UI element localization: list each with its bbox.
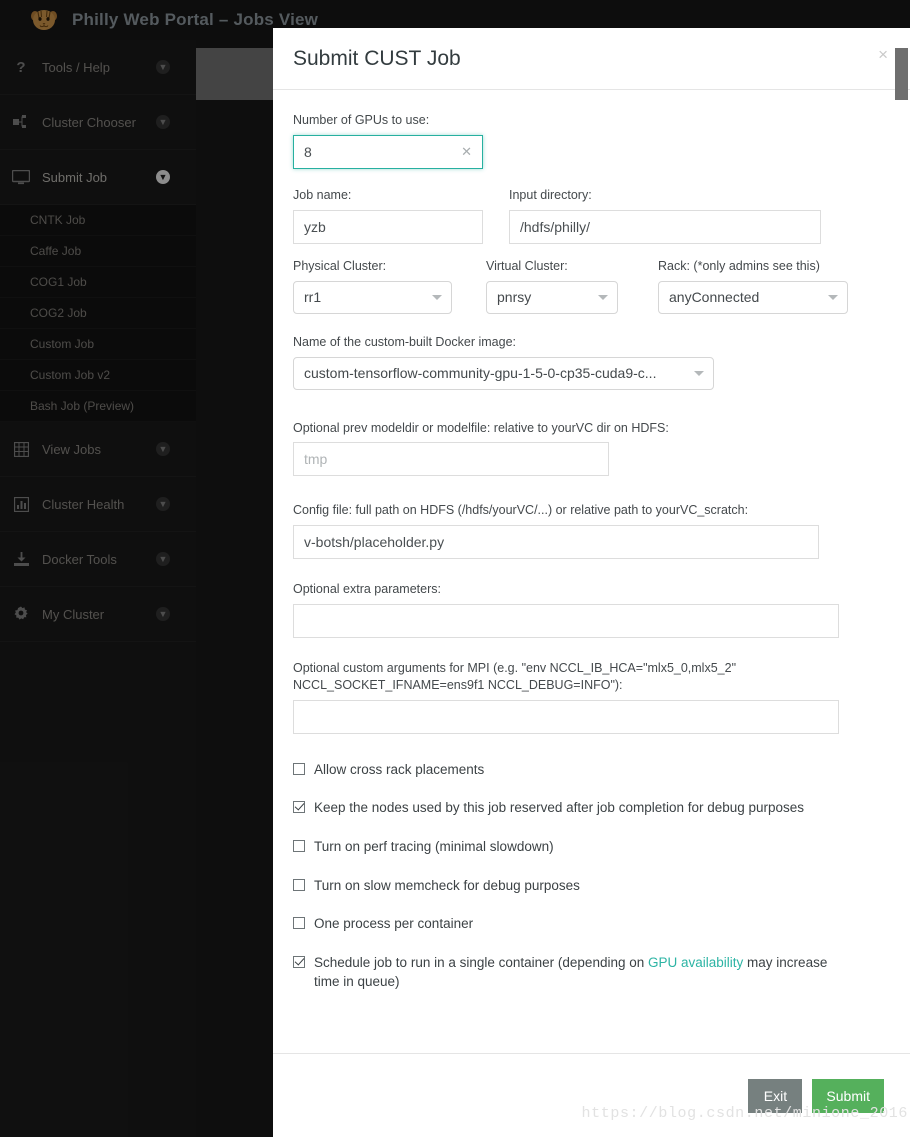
- gpus-value: 8: [304, 143, 312, 160]
- virtual-cluster-label: Virtual Cluster:: [486, 258, 568, 273]
- docker-image-label: Name of the custom-built Docker image:: [293, 334, 517, 349]
- checkbox-icon[interactable]: [293, 762, 305, 775]
- rack-select[interactable]: anyConnected: [658, 280, 848, 314]
- mpi-args-input[interactable]: [293, 699, 839, 734]
- checkbox-checked-icon[interactable]: [293, 801, 305, 814]
- screen: Philly Web Portal – Jobs View ? Tools / …: [0, 0, 910, 1137]
- checkbox-checked-icon[interactable]: [293, 955, 305, 968]
- modal-header: Submit CUST Job ×: [273, 28, 910, 90]
- gpus-input[interactable]: 8 ✕: [293, 134, 483, 169]
- prev-modeldir-placeholder: tmp: [304, 451, 328, 468]
- input-directory-label: Input directory:: [509, 187, 592, 202]
- prev-modeldir-input[interactable]: tmp: [293, 442, 609, 477]
- modal-title: Submit CUST Job: [293, 46, 461, 70]
- checkbox-label: Turn on perf tracing (minimal slowdown): [314, 839, 554, 854]
- single-container-label: Schedule job to run in a single containe…: [314, 953, 839, 992]
- clear-icon[interactable]: ✕: [461, 144, 472, 160]
- gpu-availability-link[interactable]: GPU availability: [648, 955, 743, 970]
- chevron-down-icon: [694, 371, 704, 376]
- checkbox-slow-memcheck[interactable]: Turn on slow memcheck for debug purposes: [293, 876, 890, 896]
- virtual-cluster-select[interactable]: pnrsy: [486, 280, 618, 314]
- rack-label: Rack: (*only admins see this): [658, 258, 820, 273]
- mpi-args-label: Optional custom arguments for MPI (e.g. …: [293, 661, 737, 692]
- modal-footer: Exit Submit https://blog.csdn.net/minion…: [273, 1053, 910, 1137]
- checkbox-keep-nodes-reserved[interactable]: Keep the nodes used by this job reserved…: [293, 798, 890, 818]
- job-name-label: Job name:: [293, 187, 352, 202]
- physical-cluster-label: Physical Cluster:: [293, 258, 387, 273]
- submit-job-modal: Submit CUST Job × Number of GPUs to use:…: [273, 28, 910, 1137]
- checkbox-icon[interactable]: [293, 840, 305, 852]
- config-file-input[interactable]: v-botsh/placeholder.py: [293, 525, 819, 560]
- checkbox-perf-tracing[interactable]: Turn on perf tracing (minimal slowdown): [293, 837, 890, 857]
- gpus-label: Number of GPUs to use:: [293, 113, 430, 127]
- extra-params-input[interactable]: [293, 604, 839, 639]
- chevron-down-icon: [828, 295, 838, 301]
- checkbox-single-container[interactable]: Schedule job to run in a single containe…: [293, 953, 839, 992]
- config-file-label: Config file: full path on HDFS (/hdfs/yo…: [293, 503, 749, 518]
- physical-cluster-select[interactable]: rr1: [293, 280, 452, 314]
- input-directory-value: /hdfs/philly/: [520, 218, 591, 235]
- job-name-value: yzb: [304, 218, 326, 235]
- checkbox-label: One process per container: [314, 916, 474, 932]
- chevron-down-icon: [432, 295, 442, 301]
- rack-value: anyConnected: [669, 289, 760, 306]
- chevron-down-icon: [598, 295, 608, 301]
- modal-body: Number of GPUs to use: 8 ✕ Job name: yzb…: [273, 90, 910, 1053]
- close-icon[interactable]: ×: [878, 46, 888, 63]
- input-directory-input[interactable]: /hdfs/philly/: [509, 209, 821, 244]
- physical-cluster-value: rr1: [304, 289, 322, 306]
- extra-params-label: Optional extra parameters:: [293, 582, 441, 597]
- docker-image-select[interactable]: custom-tensorflow-community-gpu-1-5-0-cp…: [293, 356, 714, 390]
- page-scrollbar-thumb[interactable]: [895, 48, 908, 100]
- checkbox-allow-cross-rack[interactable]: Allow cross rack placements: [293, 760, 890, 780]
- single-container-text-before: Schedule job to run in a single containe…: [314, 954, 648, 970]
- checkbox-label: Turn on slow memcheck for debug purposes: [314, 877, 580, 893]
- config-file-value: v-botsh/placeholder.py: [304, 534, 445, 551]
- virtual-cluster-value: pnrsy: [497, 289, 532, 306]
- checkbox-label: Keep the nodes used by this job reserved…: [314, 800, 805, 816]
- checkbox-one-process-per-container[interactable]: One process per container: [293, 914, 890, 934]
- checkbox-label: Allow cross rack placements: [314, 761, 485, 777]
- checkbox-icon[interactable]: [293, 917, 305, 930]
- checkbox-icon[interactable]: [293, 878, 305, 891]
- prev-modeldir-label: Optional prev modeldir or modelfile: rel…: [293, 420, 669, 435]
- job-name-input[interactable]: yzb: [293, 209, 483, 244]
- docker-image-value: custom-tensorflow-community-gpu-1-5-0-cp…: [304, 365, 657, 381]
- watermark: https://blog.csdn.net/minione_2016: [581, 1105, 908, 1122]
